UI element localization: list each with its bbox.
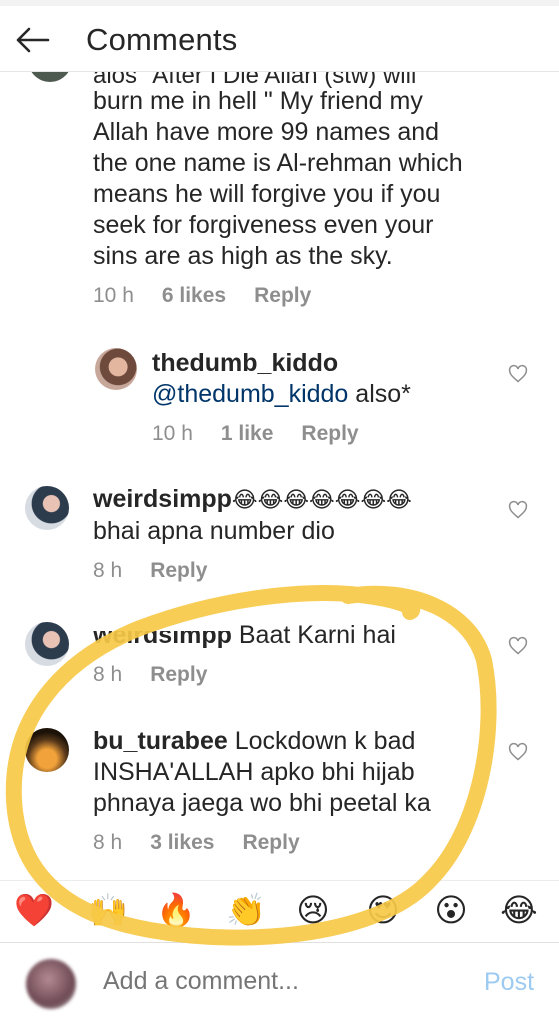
add-comment-input[interactable] xyxy=(103,967,453,996)
reply-button[interactable]: Reply xyxy=(150,559,207,583)
comment-username[interactable]: thedumb_kiddo xyxy=(152,348,492,379)
laughing-emoji-icon[interactable]: 😂 xyxy=(500,891,538,929)
comment-item: thedumb_kiddo @thedumb_kiddo also* 10 h … xyxy=(152,348,492,446)
post-button[interactable]: Post xyxy=(484,968,534,997)
comments-list[interactable]: alos "After I Die Allah (stw) will burn … xyxy=(0,72,559,872)
current-user-avatar xyxy=(26,959,76,1009)
comment-text: weirdsimpp Baat Karni hai xyxy=(93,621,396,649)
comment-compose-bar: Post xyxy=(0,942,559,1024)
comment-time: 8 h xyxy=(93,663,123,686)
like-heart-icon[interactable] xyxy=(508,742,528,762)
comment-username[interactable]: weirdsimpp xyxy=(93,631,232,649)
heart-eyes-emoji-icon[interactable]: 😍 xyxy=(364,891,402,929)
reply-button[interactable]: Reply xyxy=(301,422,358,446)
like-heart-icon[interactable] xyxy=(508,364,528,384)
likes-count[interactable]: 6 likes xyxy=(162,284,226,308)
comment-meta: 10 h 6 likes Reply xyxy=(93,284,533,308)
fire-emoji-icon[interactable]: 🔥 xyxy=(156,891,196,929)
comment-item: bu_turabee Lockdown k bad INSHA'ALLAH ap… xyxy=(93,726,503,855)
back-button[interactable] xyxy=(10,18,54,62)
comment-text: weirdsimpp😂😂😂😂😂😂😂 bhai apna number dio xyxy=(93,485,412,545)
comment-text: bu_turabee Lockdown k bad INSHA'ALLAH ap… xyxy=(93,727,431,817)
like-heart-icon[interactable] xyxy=(508,636,528,656)
page-title: Comments xyxy=(86,22,238,57)
reply-button[interactable]: Reply xyxy=(242,831,299,855)
avatar[interactable] xyxy=(25,622,69,666)
comment-item: burn me in hell " My friend my Allah hav… xyxy=(93,86,533,308)
comment-time: 10 h xyxy=(152,422,193,445)
comment-username[interactable]: bu_turabee xyxy=(93,727,228,755)
surprised-emoji-icon[interactable]: 😮 xyxy=(432,891,470,929)
comment-time: 10 h xyxy=(93,284,134,307)
header-bar: Comments xyxy=(0,6,559,72)
heart-emoji-icon[interactable]: ❤️ xyxy=(14,891,54,929)
comment-emoji: 😂😂😂😂😂😂😂 xyxy=(231,488,412,513)
back-arrow-icon xyxy=(16,27,50,53)
comment-text: burn me in hell " My friend my Allah hav… xyxy=(93,87,463,270)
likes-count[interactable]: 1 like xyxy=(221,422,274,446)
crying-emoji-icon[interactable]: 😢 xyxy=(294,891,332,929)
likes-count[interactable]: 3 likes xyxy=(150,831,214,855)
comment-text: thedumb_kiddo @thedumb_kiddo also* xyxy=(152,348,492,410)
comment-meta: 10 h 1 like Reply xyxy=(152,422,492,446)
comment-time: 8 h xyxy=(93,831,123,854)
reply-button[interactable]: Reply xyxy=(254,284,311,308)
comment-meta: 8 h Reply xyxy=(93,559,493,583)
avatar[interactable] xyxy=(95,348,137,390)
raised-hands-emoji-icon[interactable]: 🙌 xyxy=(88,891,128,929)
avatar[interactable] xyxy=(28,72,72,82)
comment-item: weirdsimpp😂😂😂😂😂😂😂 bhai apna number dio 8… xyxy=(93,484,493,583)
mention-link[interactable]: @thedumb_kiddo xyxy=(152,380,348,408)
comment-meta: 8 h 3 likes Reply xyxy=(93,831,503,855)
clap-emoji-icon[interactable]: 👏 xyxy=(226,891,266,929)
reply-button[interactable]: Reply xyxy=(150,663,207,687)
like-heart-icon[interactable] xyxy=(508,500,528,520)
comment-username[interactable]: weirdsimpp xyxy=(93,485,232,513)
comment-meta: 8 h Reply xyxy=(93,663,493,687)
avatar[interactable] xyxy=(25,728,69,772)
comment-time: 8 h xyxy=(93,559,123,582)
comment-item: weirdsimpp Baat Karni hai 8 h Reply xyxy=(93,620,493,687)
avatar[interactable] xyxy=(25,486,69,530)
quick-reaction-bar: ❤️ 🙌 🔥 👏 😢 😍 😮 😂 xyxy=(0,880,559,938)
